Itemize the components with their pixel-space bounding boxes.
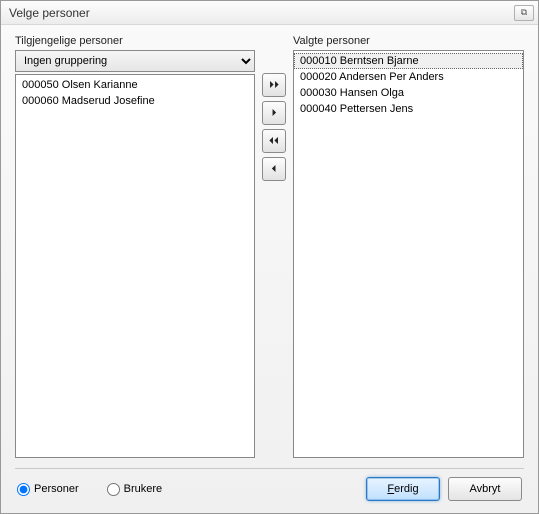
radio-personer[interactable]: Personer (17, 483, 79, 496)
radio-personer-label: Personer (34, 483, 79, 495)
add-one-button[interactable]: ⏵ (262, 101, 286, 125)
list-item[interactable]: 000040 Pettersen Jens (294, 101, 523, 117)
selected-listbox[interactable]: 000010 Berntsen Bjarne000020 Andersen Pe… (293, 50, 524, 458)
close-icon: ⧉ (521, 7, 527, 18)
available-listbox[interactable]: 000050 Olsen Karianne000060 Madserud Jos… (15, 74, 255, 458)
move-buttons-column: ⏵⏵ ⏵ ⏴⏴ ⏴ (261, 35, 287, 458)
radio-personer-input[interactable] (17, 483, 30, 496)
dialog-window: Velge personer ⧉ Tilgjengelige personer … (0, 0, 539, 514)
radio-group: Personer Brukere (17, 483, 162, 496)
available-label: Tilgjengelige personer (15, 35, 255, 47)
list-item[interactable]: 000020 Andersen Per Anders (294, 69, 523, 85)
divider (15, 468, 524, 469)
grouping-select[interactable]: Ingen gruppering (15, 50, 255, 72)
titlebar: Velge personer ⧉ (1, 1, 538, 25)
double-right-icon: ⏵⏵ (269, 80, 279, 91)
list-item[interactable]: 000030 Hansen Olga (294, 85, 523, 101)
list-item[interactable]: 000060 Madserud Josefine (16, 93, 254, 109)
radio-brukere-input[interactable] (107, 483, 120, 496)
close-button[interactable]: ⧉ (514, 5, 534, 21)
window-title: Velge personer (9, 6, 514, 20)
radio-brukere[interactable]: Brukere (107, 483, 163, 496)
columns: Tilgjengelige personer Ingen gruppering … (15, 35, 524, 458)
list-item[interactable]: 000010 Berntsen Bjarne (294, 53, 523, 69)
remove-one-button[interactable]: ⏴ (262, 157, 286, 181)
add-all-button[interactable]: ⏵⏵ (262, 73, 286, 97)
list-item[interactable]: 000050 Olsen Karianne (16, 77, 254, 93)
bottom-row: Personer Brukere Ferdig Avbryt (15, 477, 524, 505)
cancel-button[interactable]: Avbryt (448, 477, 522, 501)
selected-column: Valgte personer 000010 Berntsen Bjarne00… (293, 35, 524, 458)
ok-button-rest: erdig (394, 483, 418, 495)
ok-button[interactable]: Ferdig (366, 477, 440, 501)
selected-label: Valgte personer (293, 35, 524, 47)
available-column: Tilgjengelige personer Ingen gruppering … (15, 35, 255, 458)
right-icon: ⏵ (272, 108, 277, 119)
left-icon: ⏴ (272, 164, 277, 175)
double-left-icon: ⏴⏴ (269, 136, 279, 147)
content-area: Tilgjengelige personer Ingen gruppering … (1, 25, 538, 513)
remove-all-button[interactable]: ⏴⏴ (262, 129, 286, 153)
radio-brukere-label: Brukere (124, 483, 163, 495)
